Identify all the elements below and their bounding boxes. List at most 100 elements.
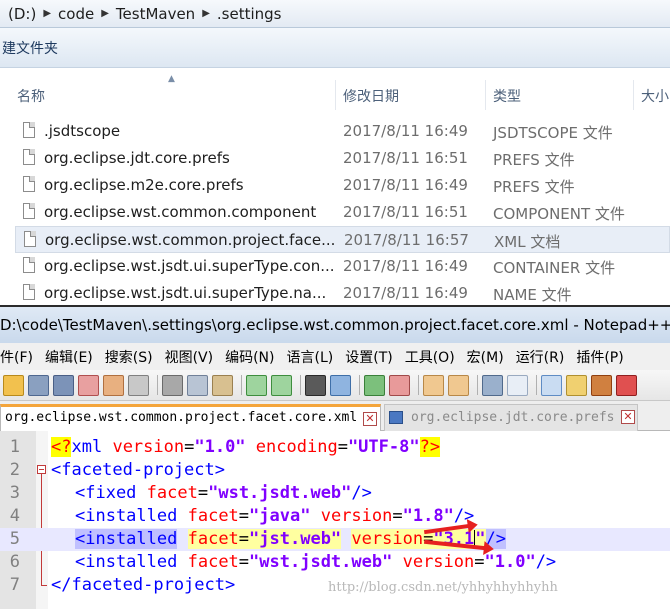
- menu-file[interactable]: 件(F): [0, 347, 39, 367]
- save-all-icon[interactable]: [53, 374, 74, 396]
- breadcrumb-settings[interactable]: .settings: [213, 5, 286, 23]
- breadcrumb-chevron-icon[interactable]: ▶: [98, 8, 112, 19]
- fold-toggle-icon[interactable]: [37, 465, 46, 474]
- function-list-icon[interactable]: [616, 374, 637, 396]
- menu-macro[interactable]: 宏(M): [467, 347, 510, 367]
- code-line[interactable]: 2 <faceted-project>: [0, 459, 670, 482]
- tab-jdt-core-prefs[interactable]: org.eclipse.jdt.core.prefs ✕: [384, 404, 638, 431]
- close-file-icon[interactable]: [78, 374, 99, 396]
- code-text: <fixed facet="wst.jsdt.web"/>: [75, 483, 372, 503]
- xml-tag-close: />: [535, 552, 557, 572]
- column-divider[interactable]: [335, 80, 336, 110]
- menu-run[interactable]: 运行(R): [516, 347, 571, 367]
- menu-language[interactable]: 语言(L): [287, 347, 340, 367]
- menu-search[interactable]: 搜索(S): [105, 347, 159, 367]
- menu-encoding[interactable]: 编码(N): [225, 347, 280, 367]
- tab-facet-core-xml[interactable]: org.eclipse.wst.common.project.facet.cor…: [0, 404, 381, 431]
- copy-icon[interactable]: [187, 374, 208, 396]
- file-row[interactable]: org.eclipse.wst.jsdt.ui.superType.con...…: [15, 253, 670, 280]
- column-name[interactable]: 名称: [17, 86, 45, 106]
- column-modified[interactable]: 修改日期: [343, 86, 399, 106]
- breadcrumb-testmaven[interactable]: TestMaven: [112, 5, 199, 23]
- line-number: 4: [9, 506, 20, 526]
- sync-vertical-icon[interactable]: [423, 374, 444, 396]
- replace-icon[interactable]: [330, 374, 351, 396]
- breadcrumb-chevron-icon[interactable]: ▶: [40, 8, 54, 19]
- word-wrap-icon[interactable]: [482, 374, 503, 396]
- file-row[interactable]: org.eclipse.m2e.core.prefs 2017/8/11 16:…: [15, 172, 670, 199]
- new-folder-button[interactable]: 建文件夹: [2, 38, 58, 58]
- breadcrumb-chevron-icon[interactable]: ▶: [199, 8, 213, 19]
- attr-value: "UTF-8": [347, 437, 420, 457]
- file-modified: 2017/8/11 16:51: [343, 149, 468, 167]
- close-all-icon[interactable]: [103, 374, 124, 396]
- code-text: </faceted-project>: [51, 575, 235, 595]
- attr-value: "1.8": [402, 506, 454, 526]
- toolbar-separator: [241, 375, 242, 395]
- column-size[interactable]: 大小: [641, 86, 669, 106]
- column-divider[interactable]: [485, 80, 486, 110]
- attr-value: "jst.web": [249, 529, 342, 549]
- breadcrumb-code[interactable]: code: [54, 5, 98, 23]
- attr-value: "wst.jsdt.web": [208, 483, 352, 503]
- menu-edit[interactable]: 编辑(E): [45, 347, 99, 367]
- column-type[interactable]: 类型: [493, 86, 521, 106]
- line-number: 5: [9, 529, 20, 549]
- document-map-icon[interactable]: [591, 374, 612, 396]
- file-row[interactable]: org.eclipse.wst.common.component 2017/8/…: [15, 199, 670, 226]
- tab-bar: org.eclipse.wst.common.project.facet.cor…: [0, 401, 670, 431]
- sync-horizontal-icon[interactable]: [448, 374, 469, 396]
- line-number: 3: [9, 483, 20, 503]
- undo-icon[interactable]: [246, 374, 267, 396]
- file-row[interactable]: .jsdtscope 2017/8/11 16:49 JSDTSCOPE 文件: [15, 118, 670, 145]
- close-icon[interactable]: ✕: [363, 412, 377, 426]
- file-row-selected[interactable]: org.eclipse.wst.common.project.face... 2…: [15, 226, 670, 253]
- show-all-chars-icon[interactable]: [507, 374, 528, 396]
- file-name: org.eclipse.wst.common.component: [44, 203, 317, 221]
- file-name: org.eclipse.jdt.core.prefs: [44, 149, 230, 167]
- code-line[interactable]: 1 <?xml version="1.0" encoding="UTF-8"?>: [0, 436, 670, 459]
- print-icon[interactable]: [128, 374, 149, 396]
- file-type: NAME 文件: [493, 286, 572, 304]
- find-icon[interactable]: [305, 374, 326, 396]
- attr-name: facet: [187, 506, 239, 526]
- attr-name: version: [112, 437, 185, 457]
- tab-label: org.eclipse.wst.common.project.facet.cor…: [5, 410, 358, 425]
- code-line[interactable]: 4 <installed facet="java" version="1.8"/…: [0, 505, 670, 528]
- breadcrumb-drive[interactable]: (D:): [4, 5, 40, 23]
- menu-plugins[interactable]: 插件(P): [576, 347, 629, 367]
- file-row[interactable]: org.eclipse.wst.jsdt.ui.superType.na... …: [15, 280, 670, 305]
- menu-tools[interactable]: 工具(O): [405, 347, 461, 367]
- code-line-current[interactable]: 5 <installed facet="jst.web" version="3.…: [0, 528, 670, 551]
- file-icon: [23, 257, 35, 273]
- attr-value: "1.0": [194, 437, 246, 457]
- zoom-out-icon[interactable]: [389, 374, 410, 396]
- code-line[interactable]: 3 <fixed facet="wst.jsdt.web"/>: [0, 482, 670, 505]
- indent-guide-icon[interactable]: [541, 374, 562, 396]
- file-type: COMPONENT 文件: [493, 205, 625, 223]
- user-defined-language-icon[interactable]: [566, 374, 587, 396]
- attr-name: encoding: [255, 437, 338, 457]
- zoom-in-icon[interactable]: [364, 374, 385, 396]
- attr-name: facet: [187, 529, 239, 549]
- redo-icon[interactable]: [271, 374, 292, 396]
- close-icon[interactable]: ✕: [621, 410, 635, 424]
- column-divider[interactable]: [633, 80, 634, 110]
- xml-tag: </faceted-project>: [51, 575, 236, 595]
- save-icon[interactable]: [28, 374, 49, 396]
- paste-icon[interactable]: [212, 374, 233, 396]
- address-bar[interactable]: (D:) ▶ code ▶ TestMaven ▶ .settings: [0, 0, 670, 28]
- toolbar-separator: [359, 375, 360, 395]
- menu-settings[interactable]: 设置(T): [345, 347, 398, 367]
- file-row[interactable]: org.eclipse.jdt.core.prefs 2017/8/11 16:…: [15, 145, 670, 172]
- open-file-icon[interactable]: [3, 374, 24, 396]
- toolbar-separator: [157, 375, 158, 395]
- menu-view[interactable]: 视图(V): [165, 347, 220, 367]
- file-type: PREFS 文件: [493, 178, 575, 196]
- file-type: PREFS 文件: [493, 151, 575, 169]
- cut-icon[interactable]: [162, 374, 183, 396]
- file-icon: [23, 149, 35, 165]
- code-line[interactable]: 6 <installed facet="wst.jsdt.web" versio…: [0, 551, 670, 574]
- toolbar: [0, 370, 670, 401]
- toolbar-separator: [536, 375, 537, 395]
